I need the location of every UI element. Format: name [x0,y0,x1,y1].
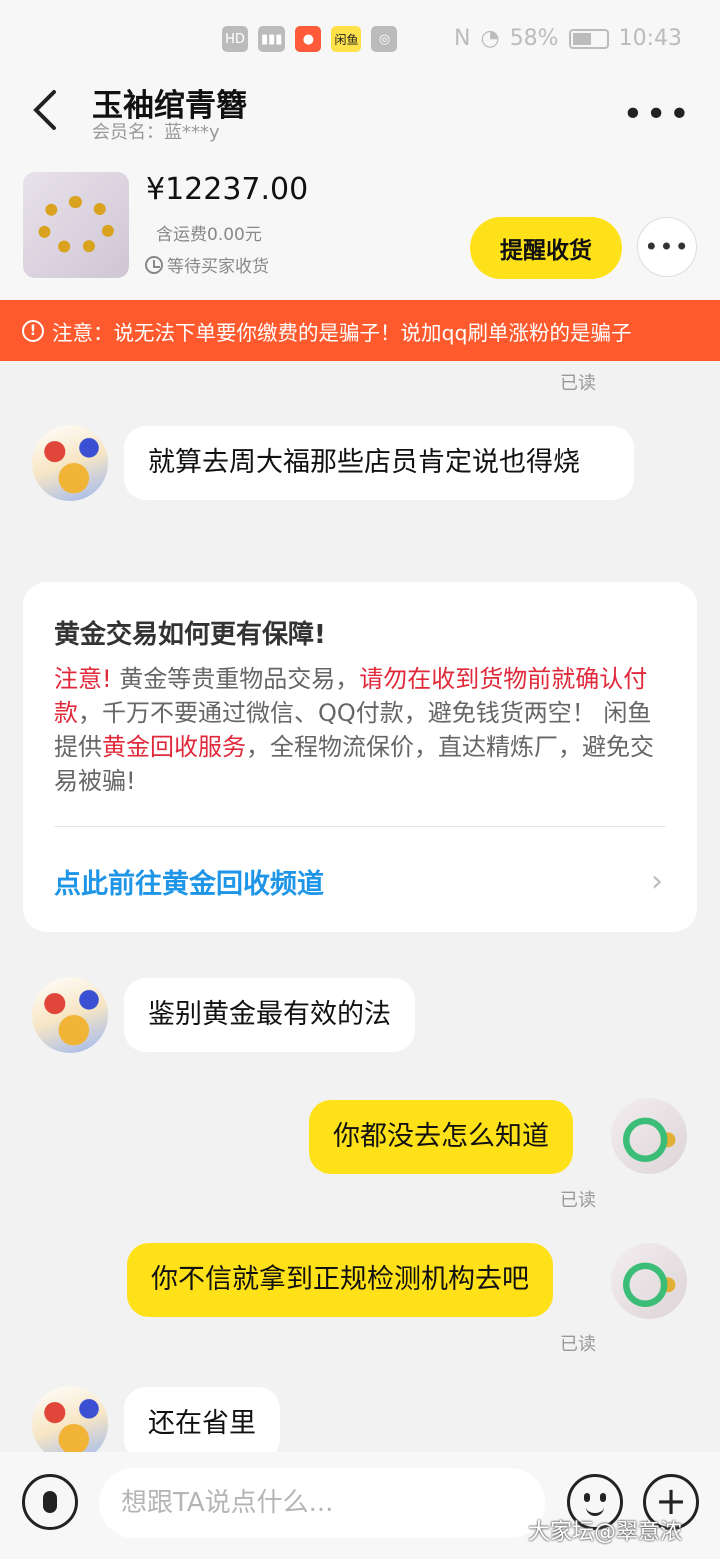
clock-icon [145,255,163,274]
nfc-icon: N [454,26,471,51]
remind-receive-button[interactable]: 提醒收货 [470,217,622,279]
chat-header: 玉袖绾青簪 会员名：蓝***y ••• [0,80,720,160]
other-user-avatar[interactable] [32,1386,108,1462]
voice-input-button[interactable] [22,1474,78,1530]
read-receipt: 已读 [560,1334,596,1355]
message-bubble-received: 鉴别黄金最有效的法 [124,978,415,1052]
divider [54,826,666,827]
other-user-avatar[interactable] [32,425,108,501]
order-status: 等待买家收货 [145,252,269,277]
microphone-icon [43,1491,57,1513]
my-avatar[interactable] [611,1098,687,1174]
clock-time: 10:43 [618,26,682,51]
bracelet-image [37,196,115,254]
member-name: 会员名：蓝***y [92,122,220,143]
status-bar: HD ▮▮▮ ● 闲鱼 ◎ N ◔ 58% 10:43 [0,0,720,80]
product-thumbnail[interactable] [23,172,129,278]
message-bubble-received: 就算去周大福那些店员肯定说也得烧 [124,426,634,500]
warning-text: 注意：说无法下单要你缴费的是骗子！说加qq刷单涨粉的是骗子 [52,320,632,345]
info-card-title: 黄金交易如何更有保障! [54,620,326,650]
warning-icon: ! [22,319,44,342]
shipping-fee: 含运费0.00元 [156,225,262,245]
product-more-button[interactable]: ••• [637,217,697,277]
alarm-icon: ◔ [480,26,500,51]
watermark: 大家坛@翠意浓 [528,1520,683,1545]
read-receipt: 已读 [560,1190,596,1211]
status-bar-notifications: HD ▮▮▮ ● 闲鱼 ◎ [222,26,398,52]
xianyu-icon: 闲鱼 [331,26,362,52]
product-card: ¥12237.00 含运费0.00元 等待买家收货 提醒收货 ••• [0,160,720,300]
message-bubble-sent: 你都没去怎么知道 [309,1100,573,1174]
hd-icon: HD [222,26,248,52]
more-options-button[interactable]: ••• [622,94,692,135]
chevron-right-icon[interactable]: › [651,864,663,899]
back-arrow-icon [33,90,56,130]
my-avatar[interactable] [611,1243,687,1319]
message-input-bar: + 大家坛@翠意浓 [0,1452,720,1559]
emoji-icon [584,1493,590,1502]
xiaohongshu-icon: ● [295,26,322,52]
status-bar-system: N ◔ 58% 10:43 [454,26,682,51]
fraud-warning-banner[interactable]: ! 注意：说无法下单要你缴费的是骗子！说加qq刷单涨粉的是骗子 [0,300,720,361]
battery-icon [568,28,609,49]
message-bubble-received: 还在省里 [124,1387,280,1461]
camera-icon: ◎ [371,26,398,52]
message-bubble-sent: 你不信就拿到正规检测机构去吧 [127,1243,553,1317]
info-card-body: 注意! 黄金等贵重物品交易，请勿在收到货物前就确认付款，千万不要通过微信、QQ付… [54,665,654,795]
other-user-avatar[interactable] [32,977,108,1053]
message-input[interactable] [99,1468,545,1538]
gold-trade-info-card: 黄金交易如何更有保障! 注意! 黄金等贵重物品交易，请勿在收到货物前就确认付款，… [23,582,697,932]
read-receipt: 已读 [560,373,596,394]
gold-recycle-link[interactable]: 点此前往黄金回收频道 [54,862,324,901]
back-button[interactable] [30,88,70,144]
signal-icon: ▮▮▮ [258,26,286,52]
battery-percent: 58% [509,26,559,51]
order-status-text: 等待买家收货 [167,257,269,277]
product-price: ¥12237.00 [146,172,309,207]
